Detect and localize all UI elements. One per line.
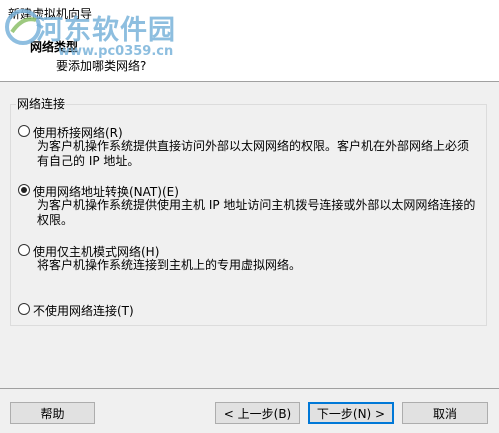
wizard-header: 网络类型 要添加哪类网络? <box>0 24 499 82</box>
radio-bridged[interactable] <box>18 125 30 137</box>
option-host-only-description: 将客户机操作系统连接到主机上的专用虚拟网络。 <box>37 258 302 272</box>
radio-nat[interactable] <box>18 184 30 196</box>
next-button[interactable]: 下一步(N) > <box>308 402 394 424</box>
page-heading: 网络类型 <box>30 40 79 54</box>
radio-host-only[interactable] <box>18 244 30 256</box>
option-no-network-label[interactable]: 不使用网络连接(T) <box>33 302 134 319</box>
cancel-button[interactable]: 取消 <box>402 402 488 424</box>
back-button[interactable]: < 上一步(B) <box>215 402 300 424</box>
radio-no-network[interactable] <box>18 303 30 315</box>
group-label: 网络连接 <box>16 95 67 112</box>
footer-divider <box>0 388 499 389</box>
page-subheading: 要添加哪类网络? <box>56 59 147 73</box>
title-bar: 新建虚拟机向导 <box>0 0 499 24</box>
window-title: 新建虚拟机向导 <box>8 7 93 21</box>
option-nat-description: 为客户机操作系统提供使用主机 IP 地址访问主机拨号连接或外部以太网网络连接的权… <box>37 198 476 227</box>
option-bridged-description: 为客户机操作系统提供直接访问外部以太网网络的权限。客户机在外部网络上必须有自己的… <box>37 139 470 168</box>
help-button[interactable]: 帮助 <box>10 402 95 424</box>
